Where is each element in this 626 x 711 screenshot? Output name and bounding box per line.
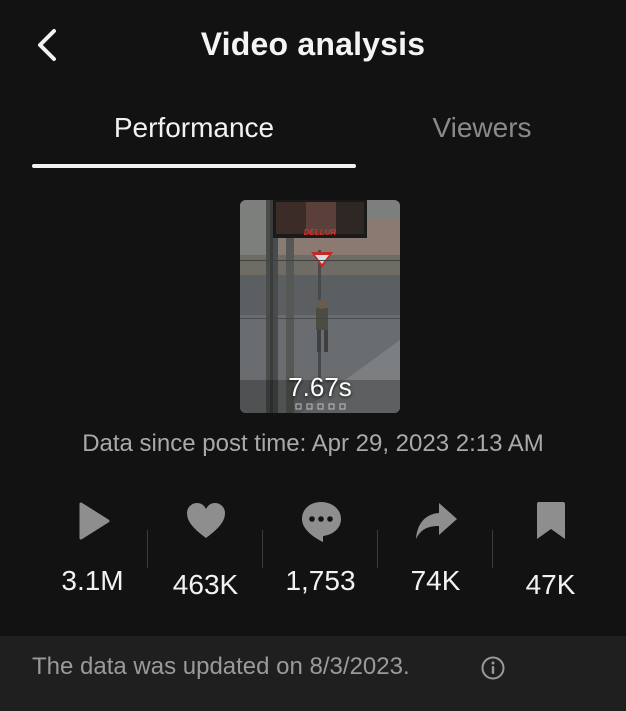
header: Video analysis [0, 0, 626, 90]
play-icon [71, 499, 115, 543]
likes-count: 463K [172, 569, 239, 600]
comment-icon [299, 499, 343, 543]
stats-row: 3.1M 463K 1,753 74K 47K [30, 497, 606, 607]
saves-count: 47K [525, 569, 576, 600]
tab-viewers[interactable]: Viewers [356, 112, 608, 144]
video-thumbnail[interactable]: DELLUR 7.67s [240, 200, 400, 413]
overlay-text: DELLUR [304, 228, 337, 237]
bookmark-icon [529, 499, 573, 543]
footer-banner: The data was updated on 8/3/2023. [0, 636, 626, 711]
shares-count: 74K [410, 565, 461, 596]
share-icon [414, 499, 458, 543]
views-count: 3.1M [61, 565, 124, 596]
heart-icon [184, 499, 228, 543]
video-duration: 7.67s [288, 372, 352, 402]
tab-bar: Performance Viewers [0, 104, 626, 170]
info-icon[interactable] [480, 655, 506, 681]
stat-comments: 1,753 [263, 497, 378, 607]
stat-shares: 74K [378, 497, 493, 607]
data-updated-text: The data was updated on 8/3/2023. [32, 653, 410, 680]
page-title: Video analysis [200, 26, 426, 62]
stat-likes: 463K [148, 497, 263, 607]
stat-saves: 47K [493, 497, 608, 607]
active-tab-indicator [32, 164, 356, 168]
data-since-text: Data since post time: Apr 29, 2023 2:13 … [82, 430, 544, 457]
stat-views: 3.1M [35, 497, 150, 607]
tab-performance[interactable]: Performance [32, 112, 356, 144]
comments-count: 1,753 [285, 565, 356, 596]
